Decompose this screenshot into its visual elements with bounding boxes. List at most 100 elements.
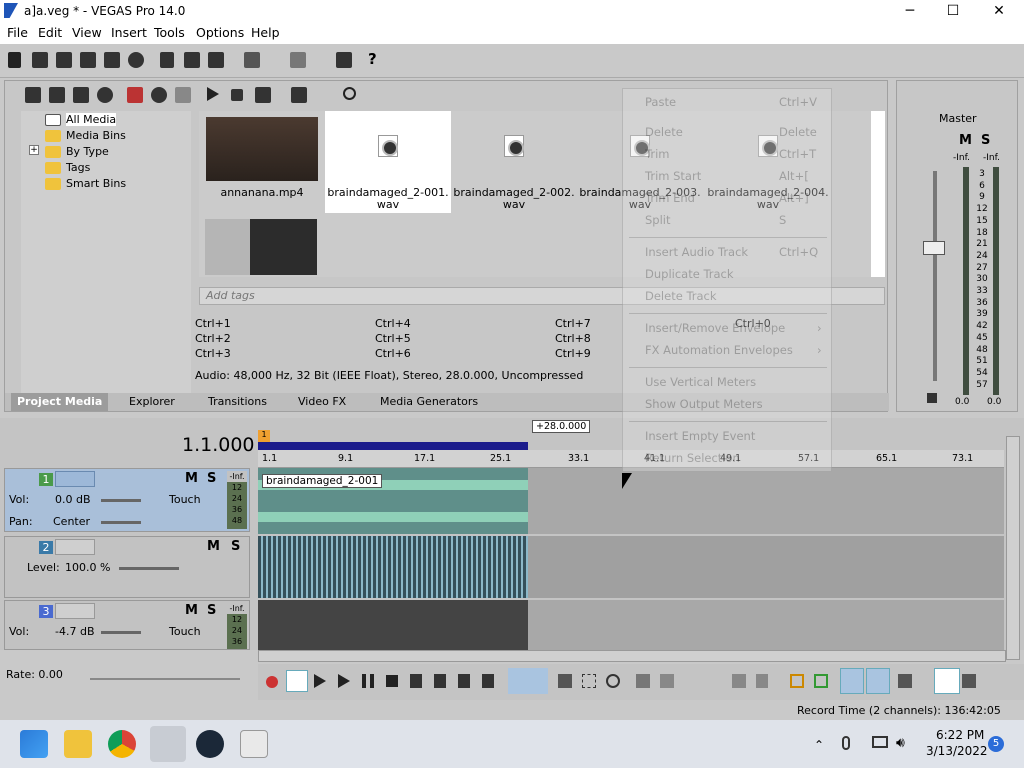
envelope-tool-icon[interactable] <box>558 674 572 688</box>
settings-icon[interactable] <box>128 52 144 68</box>
go-to-start-icon[interactable] <box>410 674 422 688</box>
menu-edit[interactable]: Edit <box>38 25 62 40</box>
stop-icon[interactable] <box>386 675 398 687</box>
notification-badge[interactable]: 5 <box>988 736 1004 752</box>
chevron-up-icon[interactable]: ⌃ <box>814 738 824 752</box>
track-header-2[interactable]: 2 M S Level: 100.0 % <box>4 536 250 598</box>
web-icon[interactable] <box>97 87 113 103</box>
master-fader[interactable] <box>933 171 937 381</box>
play-icon[interactable] <box>207 87 219 101</box>
loop-region[interactable] <box>258 442 528 450</box>
tab-explorer[interactable]: Explorer <box>129 395 175 408</box>
timeline-scrollbar[interactable] <box>258 650 1006 662</box>
menu-item-split[interactable]: Split <box>645 213 671 227</box>
copy-icon[interactable] <box>184 52 200 68</box>
media-item-annanana[interactable]: annanana.mp4 <box>199 111 325 213</box>
expand-by-type-toggle[interactable]: + <box>29 145 39 155</box>
maximize-button[interactable]: ☐ <box>938 2 968 20</box>
microphone-icon[interactable] <box>842 736 850 750</box>
track-name-field[interactable] <box>55 539 95 555</box>
ignore-grouping-icon[interactable] <box>962 674 976 688</box>
minimize-button[interactable]: ─ <box>895 2 925 20</box>
new-icon[interactable] <box>8 52 21 68</box>
marker-icon[interactable] <box>790 674 804 688</box>
vegas-taskbar-icon[interactable] <box>150 726 186 762</box>
menu-options[interactable]: Options <box>196 25 244 40</box>
loop-flag[interactable]: 1 <box>258 430 270 442</box>
track-header-1[interactable]: 1 M S Vol: 0.0 dB Touch Pan: Center -Inf… <box>4 468 250 532</box>
menu-item-insert-empty-event[interactable]: Insert Empty Event <box>645 429 755 443</box>
menu-view[interactable]: View <box>72 25 102 40</box>
menu-item-delete[interactable]: Delete <box>645 125 683 139</box>
menu-item-trim[interactable]: Trim <box>645 147 669 161</box>
steam-icon[interactable] <box>196 730 224 758</box>
lock-icon[interactable] <box>927 393 937 403</box>
lock-event-icon[interactable] <box>756 674 768 688</box>
undo-icon[interactable] <box>244 52 260 68</box>
split-icon[interactable] <box>732 674 746 688</box>
get-media-icon[interactable] <box>73 87 89 103</box>
pause-icon[interactable] <box>362 674 374 688</box>
menu-item-vertical-meters[interactable]: Use Vertical Meters <box>645 375 756 389</box>
tab-media-generators[interactable]: Media Generators <box>380 395 478 408</box>
track-header-3[interactable]: 3 M S Vol: -4.7 dB Touch -Inf. 12 24 36 <box>4 600 250 650</box>
menu-item-insert-audio-track[interactable]: Insert Audio Track <box>645 245 748 259</box>
menu-item-trim-start[interactable]: Trim Start <box>645 169 701 183</box>
master-solo-button[interactable]: S <box>981 133 990 148</box>
track-lane-2[interactable] <box>258 536 1004 598</box>
track-mute-button[interactable]: M <box>185 471 198 486</box>
tree-item-by-type[interactable]: By Type <box>45 145 109 161</box>
track-mute-button[interactable]: M <box>207 539 220 554</box>
grouping-icon[interactable] <box>934 668 960 694</box>
menu-item-trim-end[interactable]: Trim End <box>645 191 695 205</box>
redo-icon[interactable] <box>290 52 306 68</box>
paste-icon[interactable] <box>208 52 224 68</box>
normal-edit-tool-icon[interactable] <box>508 668 548 694</box>
clock-time[interactable]: 6:22 PM <box>936 728 984 742</box>
save-as-icon[interactable] <box>80 52 96 68</box>
save-icon[interactable] <box>56 52 72 68</box>
ripple-mode-icon[interactable] <box>898 674 912 688</box>
menu-insert[interactable]: Insert <box>111 25 147 40</box>
vertical-scrollbar[interactable] <box>1006 436 1020 660</box>
menu-item-insert-remove-envelope[interactable]: Insert/Remove Envelope <box>645 321 785 335</box>
capture-icon[interactable] <box>49 87 65 103</box>
media-item-braindamaged-002[interactable]: braindamaged_2-002.wav <box>451 111 577 213</box>
pan-slider[interactable] <box>101 521 141 524</box>
master-mute-button[interactable]: M <box>959 133 972 148</box>
help-icon[interactable]: ? <box>368 51 384 67</box>
menu-file[interactable]: File <box>7 25 28 40</box>
trim-icon[interactable] <box>660 674 674 688</box>
track-name-field[interactable] <box>55 471 95 487</box>
menu-item-duplicate-track[interactable]: Duplicate Track <box>645 267 734 281</box>
tree-item-smart-bins[interactable]: Smart Bins <box>45 177 126 193</box>
tab-video-fx[interactable]: Video FX <box>298 395 346 408</box>
vol-slider[interactable] <box>101 499 141 502</box>
touch-label[interactable]: Touch <box>169 493 201 506</box>
menu-item-output-meters[interactable]: Show Output Meters <box>645 397 763 411</box>
clock-date[interactable]: 3/13/2022 <box>926 744 988 758</box>
record-icon[interactable] <box>266 676 278 688</box>
menu-help[interactable]: Help <box>251 25 280 40</box>
master-fader-thumb[interactable] <box>923 241 945 255</box>
rate-slider[interactable] <box>90 678 240 680</box>
file-explorer-icon[interactable] <box>64 730 92 758</box>
zoom-tool-icon[interactable] <box>606 674 620 688</box>
menu-item-paste[interactable]: Paste <box>645 95 676 109</box>
snapping-icon[interactable] <box>840 668 864 694</box>
menu-item-fx-automation[interactable]: FX Automation Envelopes <box>645 343 793 357</box>
auto-ripple-icon[interactable] <box>866 668 890 694</box>
track-lane-3[interactable] <box>258 600 1004 650</box>
track-solo-button[interactable]: S <box>207 471 216 486</box>
app-icon[interactable] <box>240 730 268 758</box>
go-to-end-icon[interactable] <box>434 674 446 688</box>
auto-preview-icon[interactable] <box>255 87 271 103</box>
fx-icon[interactable] <box>175 87 191 103</box>
remove-icon[interactable] <box>127 87 143 103</box>
loop-playback-icon[interactable] <box>286 670 308 692</box>
level-slider[interactable] <box>119 567 179 570</box>
tab-transitions[interactable]: Transitions <box>208 395 267 408</box>
menu-item-delete-track[interactable]: Delete Track <box>645 289 717 303</box>
media-item-braindamaged-001[interactable]: braindamaged_2-001.wav <box>325 111 451 213</box>
vol-slider[interactable] <box>101 631 141 634</box>
